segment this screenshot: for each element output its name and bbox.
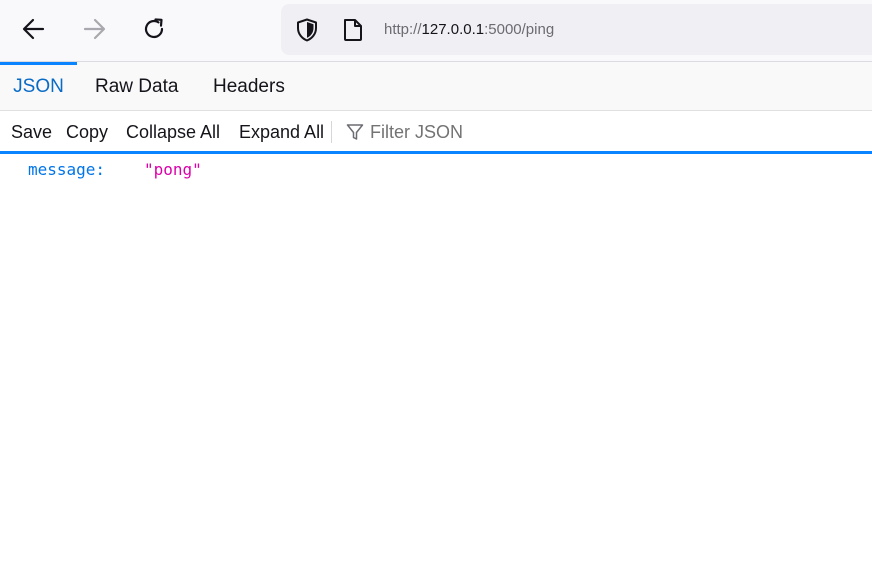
- forward-button[interactable]: [78, 13, 110, 45]
- forward-arrow-icon: [83, 18, 106, 40]
- tab-headers-label: Headers: [213, 76, 285, 97]
- reload-button[interactable]: [138, 13, 170, 45]
- url-text[interactable]: http://127.0.0.1:5000/ping: [384, 21, 554, 39]
- filter-json-input[interactable]: [370, 118, 670, 146]
- reload-icon: [144, 18, 164, 39]
- site-info-button[interactable]: [339, 16, 367, 44]
- url-prefix: http://: [384, 21, 422, 38]
- tab-raw-data-label: Raw Data: [95, 76, 179, 97]
- tracking-protection-button[interactable]: [293, 16, 321, 44]
- viewer-tabs: JSON Raw Data Headers: [0, 62, 872, 111]
- url-suffix: :5000/ping: [484, 21, 555, 38]
- copy-button[interactable]: Copy: [66, 111, 108, 151]
- tab-raw-data[interactable]: Raw Data: [95, 62, 178, 110]
- collapse-all-button[interactable]: Collapse All: [126, 111, 220, 151]
- back-button[interactable]: [18, 13, 50, 45]
- expand-all-button[interactable]: Expand All: [239, 111, 324, 151]
- url-host: 127.0.0.1: [421, 21, 485, 38]
- json-content: message: "pong": [0, 157, 872, 587]
- browser-navbar: http://127.0.0.1:5000/ping: [0, 0, 872, 62]
- save-button[interactable]: Save: [11, 111, 52, 151]
- json-row[interactable]: message: "pong": [0, 157, 872, 183]
- back-arrow-icon: [22, 18, 45, 40]
- json-toolbar: Save Copy Collapse All Expand All: [0, 111, 872, 154]
- url-bar[interactable]: http://127.0.0.1:5000/ping: [281, 4, 872, 55]
- tab-json[interactable]: JSON: [0, 62, 77, 110]
- shield-icon: [297, 18, 317, 42]
- selected-tab-indicator: [0, 62, 77, 65]
- json-key: message:: [28, 160, 106, 179]
- toolbar-divider: [331, 121, 332, 143]
- tab-headers[interactable]: Headers: [213, 62, 285, 110]
- json-value: "pong": [144, 160, 202, 179]
- tab-json-label: JSON: [13, 76, 64, 97]
- filter-icon: [346, 124, 364, 140]
- page-icon: [344, 19, 362, 41]
